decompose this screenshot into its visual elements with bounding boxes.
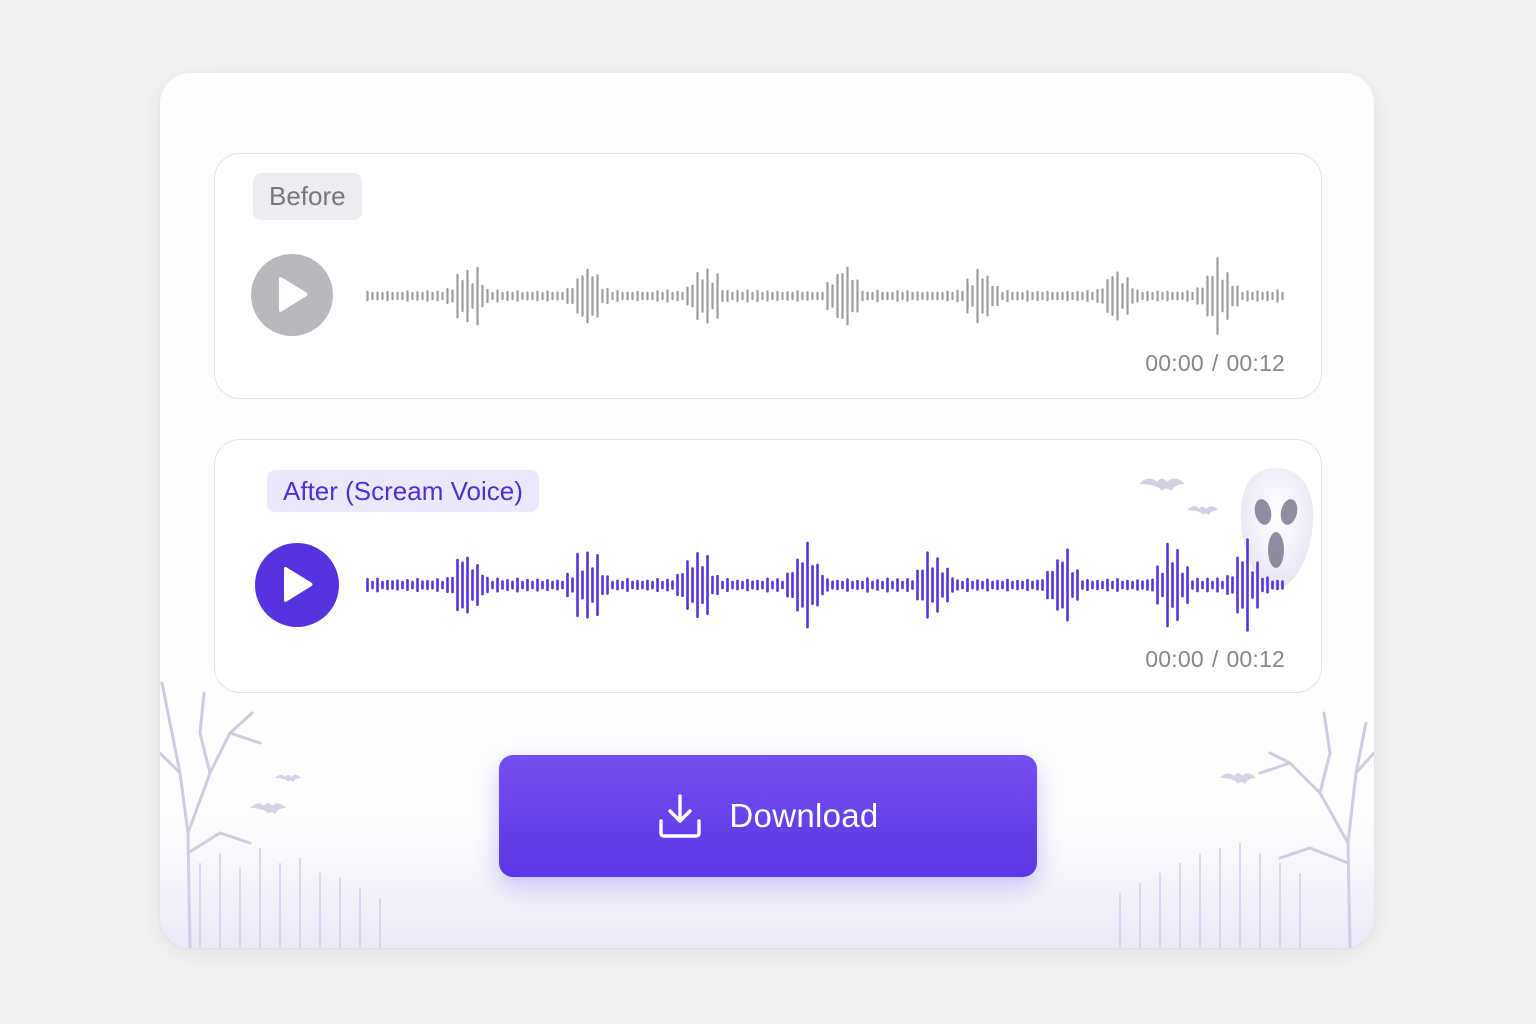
after-label: After (Scream Voice) <box>267 470 539 512</box>
after-time-separator: / <box>1211 646 1219 672</box>
after-duration: 00:12 <box>1226 646 1285 672</box>
before-current-time: 00:00 <box>1145 350 1204 376</box>
before-waveform[interactable] <box>365 254 1285 338</box>
fence-right <box>1119 843 1301 948</box>
play-icon <box>284 567 313 602</box>
after-audio-panel: After (Scream Voice) 00:00 / 00:12 <box>214 439 1322 693</box>
page: Before 00:00 / 00:12 After (Scream Voice) <box>0 0 1536 1024</box>
play-icon <box>279 277 308 312</box>
bare-tree-right-icon <box>1258 711 1374 948</box>
before-play-button[interactable] <box>251 254 333 336</box>
download-button[interactable]: Download <box>499 755 1037 877</box>
voice-changer-card: Before 00:00 / 00:12 After (Scream Voice) <box>160 73 1374 948</box>
bat-icon <box>1139 478 1218 515</box>
download-icon <box>659 794 702 838</box>
fence-left <box>199 848 381 948</box>
bare-tree-left-icon <box>160 681 262 948</box>
before-time-display: 00:00 / 00:12 <box>1145 350 1285 377</box>
before-label: Before <box>253 173 362 220</box>
before-audio-panel: Before 00:00 / 00:12 <box>214 153 1322 399</box>
after-time-display: 00:00 / 00:12 <box>1145 646 1285 673</box>
after-current-time: 00:00 <box>1145 646 1204 672</box>
after-waveform[interactable] <box>365 537 1285 633</box>
after-play-button[interactable] <box>255 543 339 627</box>
before-duration: 00:12 <box>1226 350 1285 376</box>
before-time-separator: / <box>1211 350 1219 376</box>
download-label: Download <box>729 797 879 834</box>
